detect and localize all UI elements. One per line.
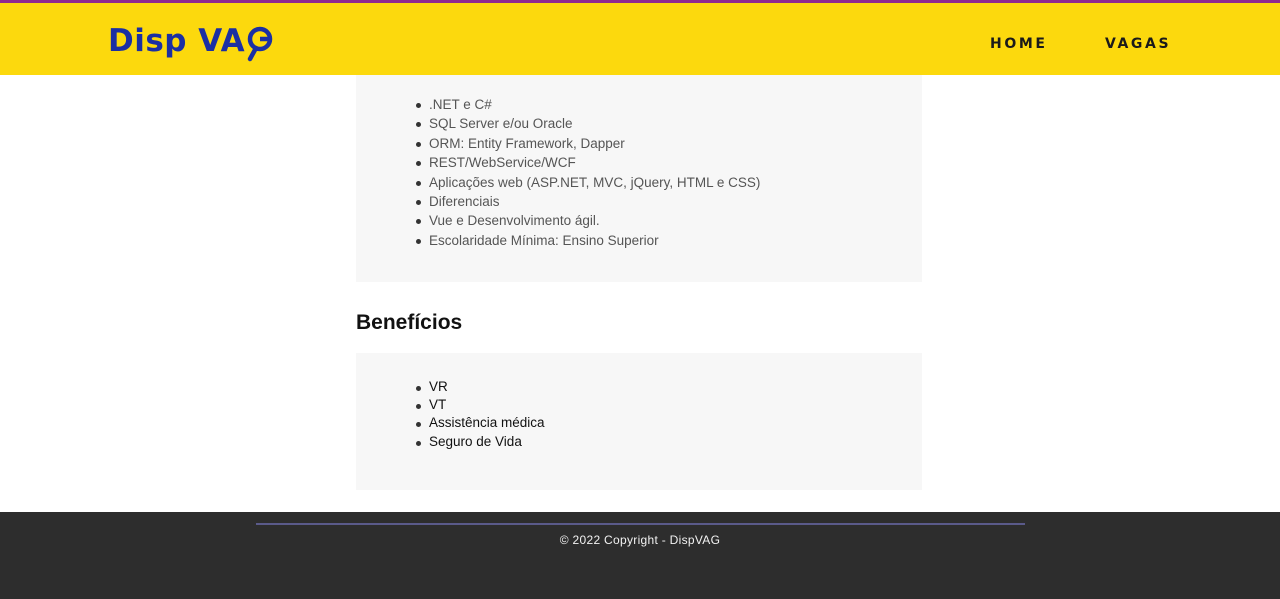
list-item: Aplicações web (ASP.NET, MVC, jQuery, HT… [416, 173, 760, 192]
benefits-list: VR VT Assistência médica Seguro de Vida [416, 378, 545, 451]
copyright-text: © 2022 Copyright - DispVAG [559, 533, 721, 547]
list-item: ORM: Entity Framework, Dapper [416, 134, 760, 153]
list-item: Assistência médica [416, 414, 545, 432]
nav-home-link[interactable]: HOME [990, 36, 1048, 52]
nav-vagas-link[interactable]: VAGAS [1105, 36, 1171, 52]
list-item: .NET e C# [416, 95, 760, 114]
logo-text: Disp VA [108, 23, 246, 59]
list-item: Escolaridade Mínima: Ensino Superior [416, 231, 760, 250]
list-item: Diferenciais [416, 192, 760, 211]
list-item: VR [416, 378, 545, 396]
site-logo[interactable]: Disp VA [108, 21, 276, 62]
list-item: SQL Server e/ou Oracle [416, 114, 760, 133]
footer-divider [256, 523, 1025, 525]
benefits-heading: Benefícios [356, 311, 463, 334]
magnifier-g-icon [246, 26, 276, 62]
list-item: Vue e Desenvolvimento ágil. [416, 211, 760, 230]
list-item: REST/WebService/WCF [416, 153, 760, 172]
list-item: Seguro de Vida [416, 433, 545, 451]
requirements-list: .NET e C# SQL Server e/ou Oracle ORM: En… [416, 95, 760, 250]
site-header: Disp VA HOME VAGAS [0, 3, 1280, 75]
site-footer: © 2022 Copyright - DispVAG [0, 512, 1280, 599]
list-item: VT [416, 396, 545, 414]
